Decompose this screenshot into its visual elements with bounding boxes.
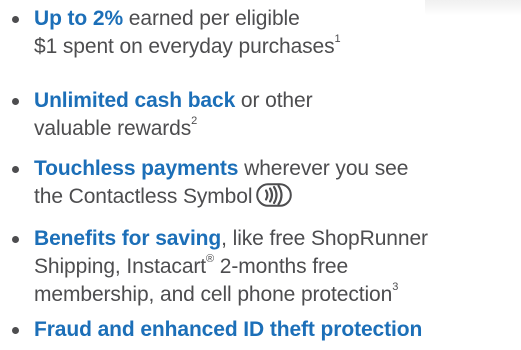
benefit-line: the Contactless Symbol bbox=[34, 183, 518, 211]
benefit-highlight: Touchless payments bbox=[34, 157, 239, 180]
footnote-marker: 1 bbox=[334, 33, 341, 45]
benefit-line: Up to 2% earned per eligible bbox=[34, 5, 518, 33]
footnote-marker: 3 bbox=[392, 281, 399, 293]
benefit-highlight: Unlimited cash back bbox=[34, 89, 236, 112]
registered-mark: ® bbox=[206, 253, 215, 265]
bullet-icon bbox=[12, 98, 19, 105]
benefit-description: $1 spent on everyday purchases bbox=[34, 35, 335, 58]
benefit-description: or other bbox=[235, 89, 313, 112]
benefit-line: Fraud and enhanced ID theft protection bbox=[34, 316, 518, 344]
bullet-icon bbox=[12, 166, 19, 173]
benefit-description: earned per eligible bbox=[123, 7, 300, 30]
benefit-text: Benefits for saving, like free ShopRunne… bbox=[34, 225, 518, 309]
benefit-description: wherever you see bbox=[238, 157, 409, 180]
bullet-icon bbox=[12, 327, 19, 334]
benefit-text: Touchless payments wherever you see the … bbox=[34, 155, 518, 211]
benefit-highlight: Benefits for saving bbox=[34, 227, 222, 250]
benefit-description: the Contactless Symbol bbox=[34, 185, 253, 208]
benefit-line: Unlimited cash back or other bbox=[34, 87, 518, 115]
benefit-description: membership, and cell phone protection bbox=[34, 283, 393, 306]
contactless-symbol-icon bbox=[256, 183, 293, 207]
bullet-icon bbox=[12, 16, 19, 23]
benefit-description: , like free ShopRunner bbox=[221, 227, 428, 250]
benefit-line: membership, and cell phone protection3 bbox=[34, 281, 518, 309]
benefit-line: $1 spent on everyday purchases1 bbox=[34, 33, 518, 61]
benefit-description: 2-months free bbox=[214, 255, 349, 278]
benefit-text: Unlimited cash back or other valuable re… bbox=[34, 87, 518, 143]
benefit-highlight: Fraud and enhanced ID theft protection bbox=[34, 318, 423, 341]
benefit-description: Shipping, Instacart bbox=[34, 255, 207, 278]
benefit-line: Shipping, Instacart® 2-months free bbox=[34, 253, 518, 281]
footnote-marker: 2 bbox=[191, 115, 198, 127]
benefit-text: Fraud and enhanced ID theft protection bbox=[34, 316, 518, 344]
benefit-line: Benefits for saving, like free ShopRunne… bbox=[34, 225, 518, 253]
bullet-icon bbox=[12, 236, 19, 243]
benefit-highlight: Up to 2% bbox=[34, 7, 124, 30]
benefit-text: Up to 2% earned per eligible $1 spent on… bbox=[34, 5, 518, 61]
benefit-description: valuable rewards bbox=[34, 117, 192, 140]
benefit-line: valuable rewards2 bbox=[34, 115, 518, 143]
benefit-line: Touchless payments wherever you see bbox=[34, 155, 518, 183]
